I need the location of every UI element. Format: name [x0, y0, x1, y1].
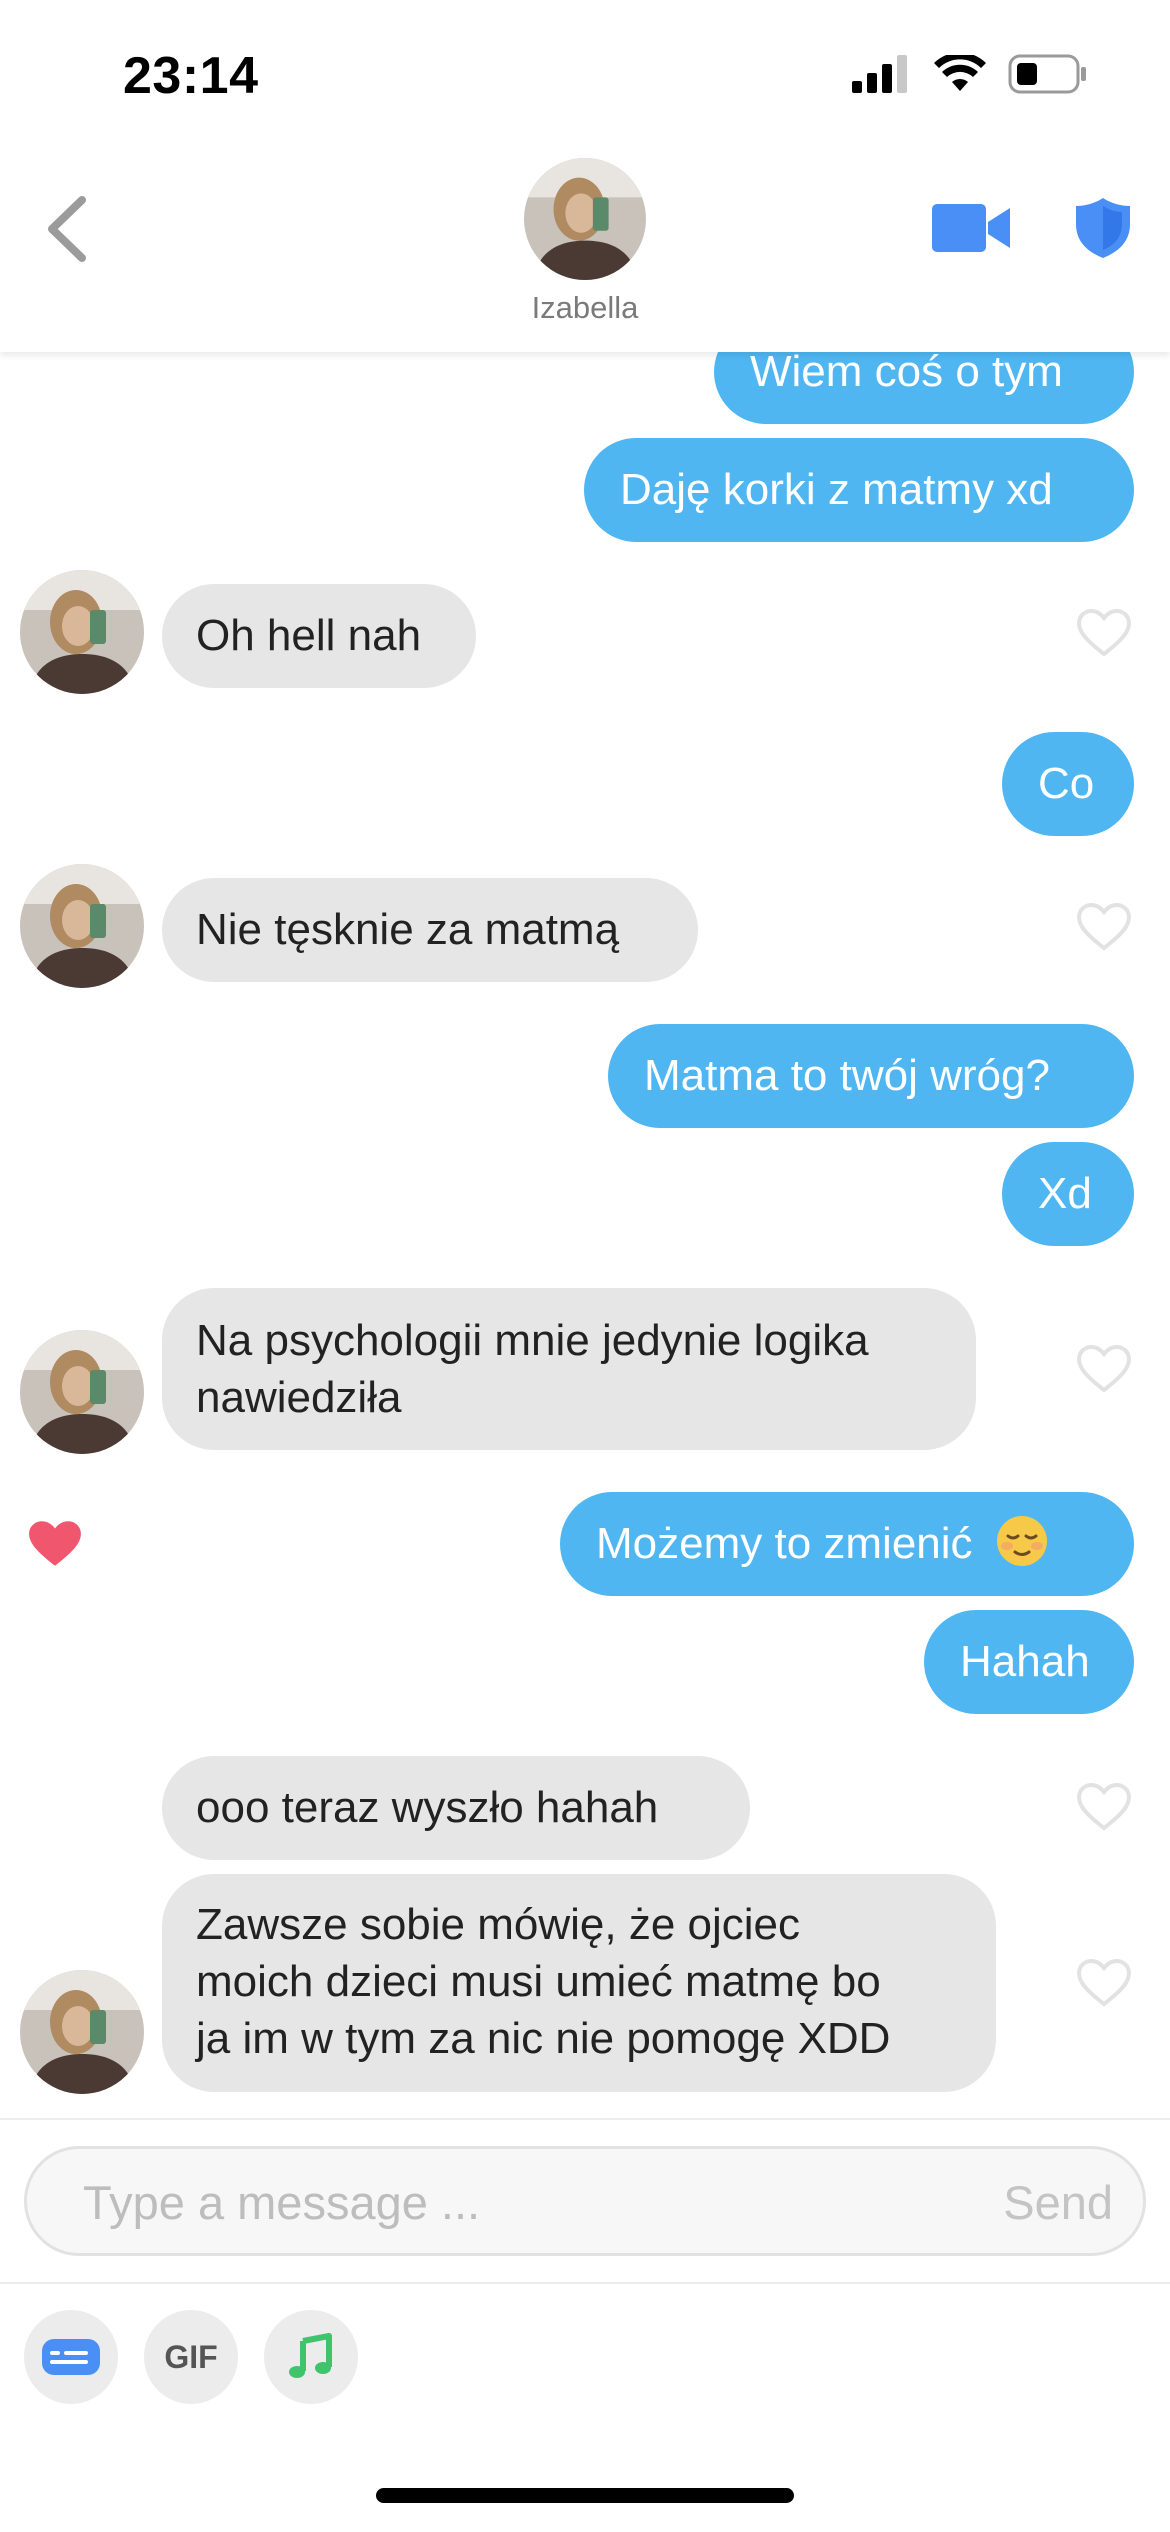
- message-input-placeholder[interactable]: Type a message ...: [83, 2175, 480, 2230]
- header-avatar[interactable]: [524, 158, 646, 280]
- gif-label: GIF: [164, 2338, 218, 2375]
- profile-photo-icon: [20, 1970, 144, 2094]
- sent-message[interactable]: Hahah: [924, 1610, 1134, 1714]
- sent-message[interactable]: Matma to twój wróg?: [608, 1024, 1134, 1128]
- received-message[interactable]: ooo teraz wyszło hahah: [162, 1756, 750, 1860]
- music-note-icon: [289, 2333, 332, 2378]
- profile-photo-icon: [20, 864, 144, 988]
- like-heart-icon[interactable]: [1076, 608, 1132, 658]
- music-button[interactable]: [264, 2310, 358, 2404]
- like-heart-icon[interactable]: [1076, 1958, 1132, 2008]
- status-time: 23:14: [123, 47, 259, 105]
- profile-photo-icon: [20, 570, 144, 694]
- profile-photo-icon: [524, 158, 646, 280]
- like-heart-icon[interactable]: [1076, 902, 1132, 952]
- sent-message[interactable]: Xd: [1002, 1142, 1134, 1246]
- liked-heart-icon[interactable]: [26, 1518, 84, 1570]
- gif-button[interactable]: GIF: [144, 2310, 238, 2404]
- received-message[interactable]: Oh hell nah: [162, 584, 476, 688]
- send-button[interactable]: Send: [1003, 2175, 1113, 2230]
- sent-message[interactable]: Daję korki z matmy xd: [584, 438, 1134, 542]
- home-indicator: [376, 2488, 794, 2503]
- contact-avatar[interactable]: [20, 1330, 144, 1454]
- chat-header: Izabella: [0, 140, 1170, 352]
- cellular-signal-icon: [852, 55, 907, 93]
- battery-icon: [1008, 54, 1086, 94]
- received-message[interactable]: Nie tęsknie za matmą: [162, 878, 698, 982]
- received-message[interactable]: Na psychologii mnie jedynie logika nawie…: [162, 1288, 976, 1450]
- received-message[interactable]: Zawsze sobie mówię, że ojciec moich dzie…: [162, 1874, 996, 2092]
- sent-message[interactable]: Co: [1002, 732, 1134, 836]
- back-chevron-icon[interactable]: [42, 194, 92, 264]
- sent-message[interactable]: Możemy to zmienić: [560, 1492, 1134, 1596]
- message-input[interactable]: Type a message ... Send: [24, 2146, 1146, 2256]
- profile-photo-icon: [20, 1330, 144, 1454]
- safety-shield-icon[interactable]: [1074, 196, 1132, 260]
- like-heart-icon[interactable]: [1076, 1344, 1132, 1394]
- chat-screen: 23:14 Izabella Wiem coś o tym Daję korki…: [0, 0, 1170, 2532]
- sticker-card-button[interactable]: [24, 2310, 118, 2404]
- status-icons: [852, 54, 1088, 94]
- like-heart-icon[interactable]: [1076, 1782, 1132, 1832]
- video-call-icon[interactable]: [932, 200, 1012, 256]
- wifi-icon: [934, 55, 986, 91]
- contact-avatar[interactable]: [20, 1970, 144, 2094]
- contact-avatar[interactable]: [20, 864, 144, 988]
- contact-avatar[interactable]: [20, 570, 144, 694]
- composer-bar: Type a message ... Send: [0, 2118, 1170, 2284]
- relieved-face-emoji-icon: [996, 1516, 1047, 1566]
- header-contact-name[interactable]: Izabella: [0, 290, 1170, 326]
- chat-card-icon: [42, 2339, 100, 2375]
